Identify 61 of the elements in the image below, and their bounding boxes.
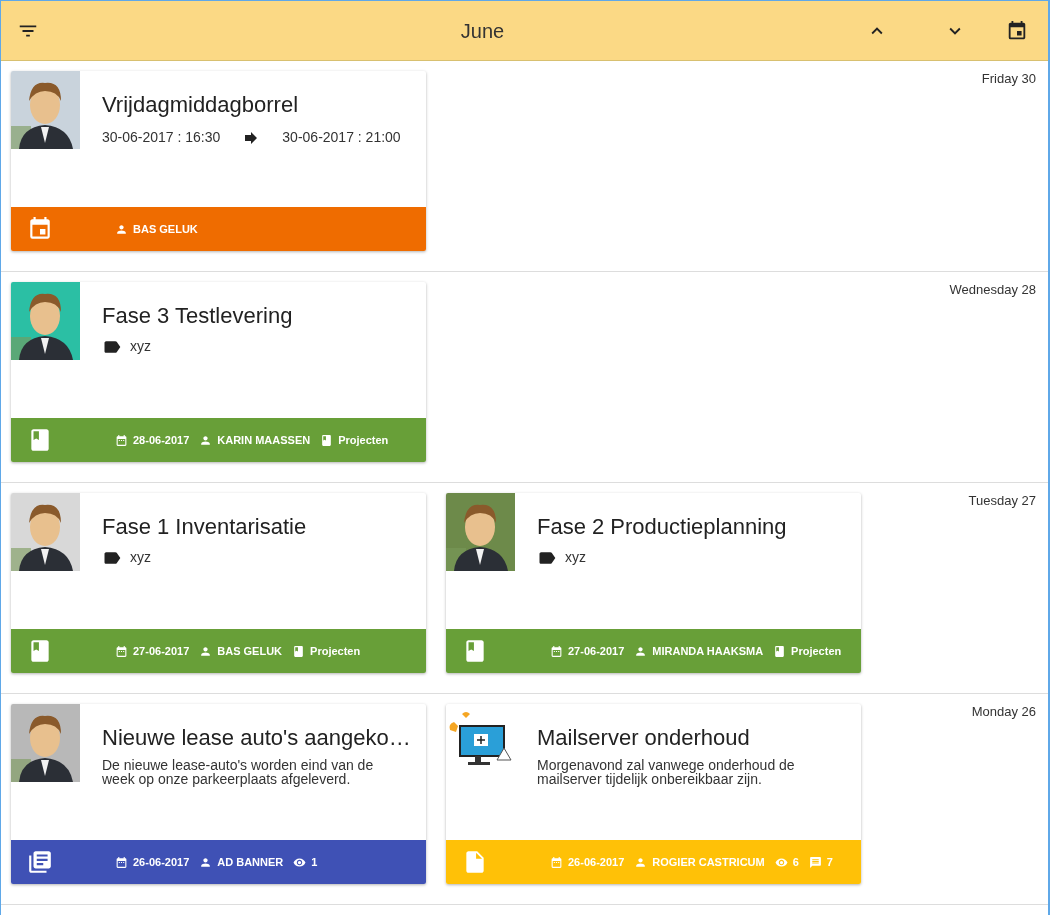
card-title: Mailserver onderhoud — [537, 724, 751, 752]
card[interactable]: Nieuwe lease auto's aangeko… De nieuwe lease-auto's worden eind van de week op onze parkeerplaats afgeleverd. 26-06-2017 AD BANNER 1 — [11, 704, 426, 884]
meta-text: Projecten — [338, 432, 389, 448]
meta-text: 1 — [311, 854, 318, 870]
meta-text: 28-06-2017 — [133, 432, 190, 448]
card[interactable]: Mailserver onderhoud Morgenavond zal vanwege onderhoud de mailserver tijdelijk onbereikbaar zijn. 26-06-2017 ROGIER CASTRICUM 6 7 — [446, 704, 861, 884]
meta-text: AD BANNER — [217, 854, 284, 870]
person-icon — [199, 855, 213, 869]
meta-text: MIRANDA HAAKSMA — [652, 643, 764, 659]
person-icon — [199, 644, 213, 658]
card[interactable]: Vrijdagmiddagborrel 30-06-2017 : 16:30 30-06-2017 : 21:00 BAS GELUK — [11, 71, 426, 251]
person-icon — [634, 644, 648, 658]
meta-text: 26-06-2017 — [568, 854, 625, 870]
card-title: Fase 2 Productieplanning — [537, 513, 787, 541]
meta-text: BAS GELUK — [217, 643, 283, 659]
day-label: Tuesday 27 — [968, 493, 1037, 509]
meta-text: ROGIER CASTRICUM — [652, 854, 765, 870]
calendar-icon — [115, 644, 128, 658]
meta-text: 27-06-2017 — [568, 643, 625, 659]
eye-icon — [774, 855, 788, 869]
newspaper-icon — [27, 849, 53, 875]
card-title: Vrijdagmiddagborrel — [102, 91, 300, 119]
card[interactable]: Fase 1 Inventarisatie xyz 27-06-2017 BAS GELUK Projecten — [11, 493, 426, 673]
day-label: Monday 26 — [971, 704, 1037, 720]
book-icon — [292, 644, 306, 658]
tag-text: xyz — [130, 548, 151, 567]
calendar-icon — [1006, 19, 1028, 42]
card[interactable]: Fase 3 Testlevering xyz 28-06-2017 KARIN MAASSEN Projecten — [11, 282, 426, 462]
month-title: June — [459, 18, 506, 44]
card-description: Morgenavond zal vanwege onderhoud de mailserver tijdelijk onbereikbaar zijn. — [537, 758, 796, 786]
calendar-icon — [115, 433, 128, 447]
calendar-icon — [550, 644, 563, 658]
day-label: Friday 30 — [981, 71, 1037, 87]
meta-text: KARIN MAASSEN — [217, 432, 311, 448]
card-title: Fase 3 Testlevering — [102, 302, 293, 330]
card[interactable]: Fase 2 Productieplanning xyz 27-06-2017 MIRANDA HAAKSMA Projecten — [446, 493, 861, 673]
calendar-icon — [550, 855, 563, 869]
card-title: Fase 1 Inventarisatie — [102, 513, 307, 541]
meta-text: 7 — [826, 854, 833, 870]
eye-icon — [293, 855, 307, 869]
person-icon — [115, 222, 128, 236]
card-title: Nieuwe lease auto's aangeko… — [102, 724, 411, 752]
day-label: Wednesday 28 — [949, 282, 1037, 298]
comment-icon — [808, 855, 822, 869]
meta-text: 6 — [792, 854, 799, 870]
meta-text: 26-06-2017 — [133, 854, 190, 870]
tag-text: xyz — [130, 337, 151, 356]
book-icon — [773, 644, 787, 658]
tag-text: xyz — [565, 548, 586, 567]
meta-text: 27-06-2017 — [133, 643, 190, 659]
start-time: 30-06-2017 : 16:30 — [102, 128, 221, 147]
person-icon — [199, 433, 213, 447]
card-description: De nieuwe lease-auto's worden eind van de week op onze parkeerplaats afgeleverd. — [102, 758, 375, 786]
meta-text: BAS GELUK — [133, 221, 198, 237]
meta-text: Projecten — [791, 643, 842, 659]
person-icon — [634, 855, 648, 869]
calendar-icon — [27, 216, 53, 242]
meta-text: Projecten — [310, 643, 361, 659]
calendar-icon — [115, 855, 128, 869]
end-time: 30-06-2017 : 21:00 — [282, 128, 401, 147]
book-icon — [320, 433, 334, 447]
